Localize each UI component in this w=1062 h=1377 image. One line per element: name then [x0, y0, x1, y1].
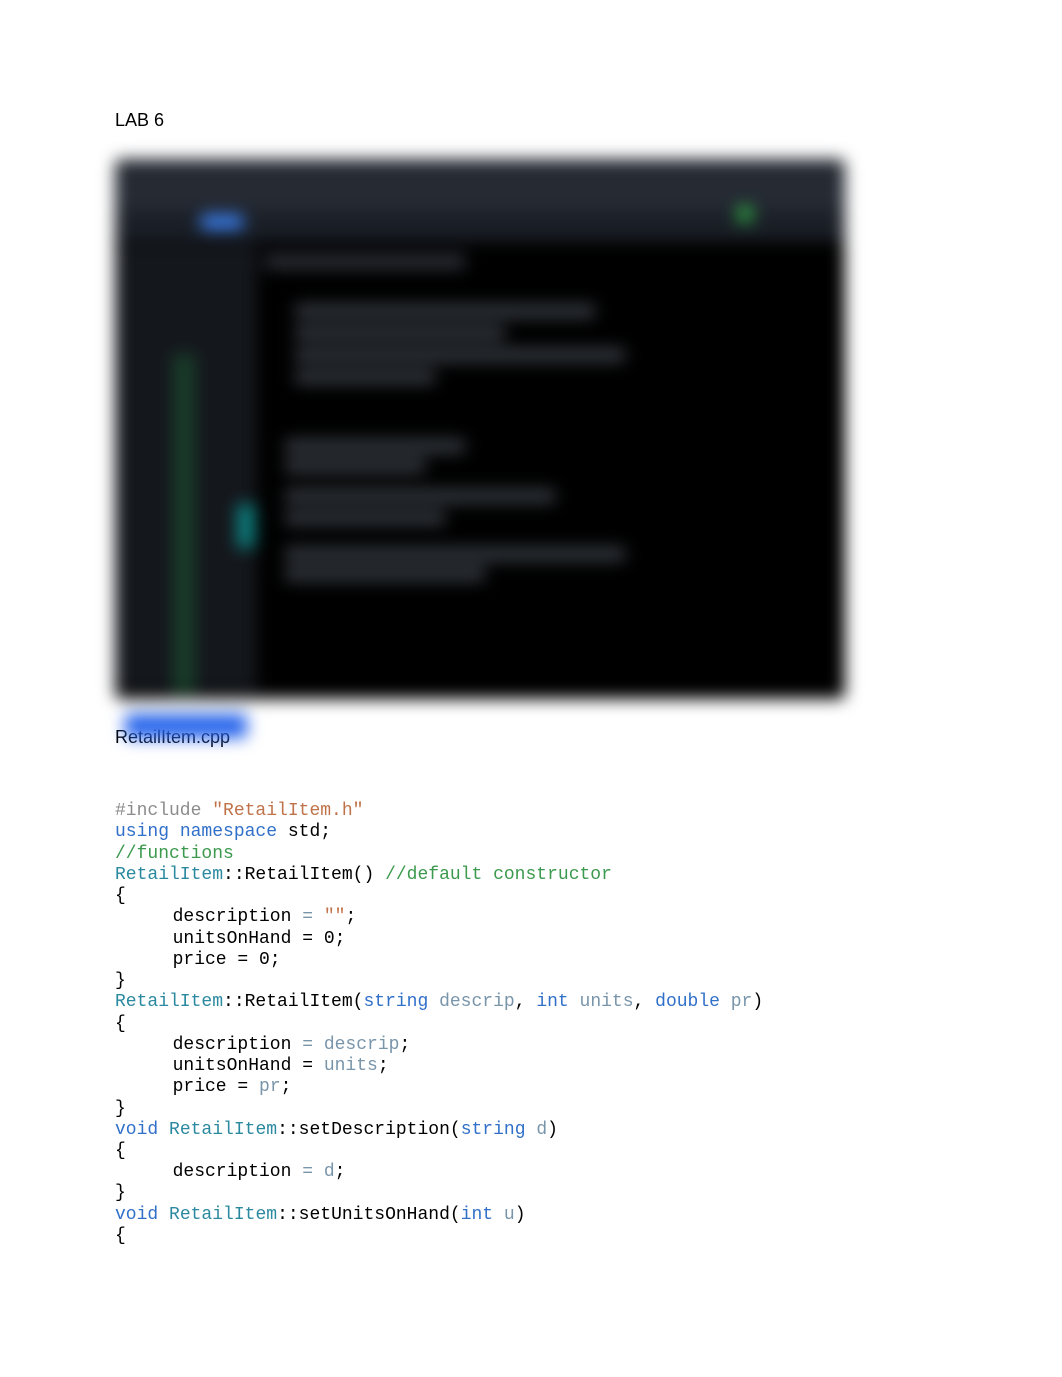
code-token [158, 1120, 169, 1140]
code-token: u [493, 1205, 515, 1225]
code-token: d [313, 1162, 335, 1182]
code-token: pr [259, 1077, 281, 1097]
code-token: "" [313, 907, 345, 927]
code-token [158, 1205, 169, 1225]
code-token: ) [547, 1120, 558, 1140]
code-token: { [115, 1226, 126, 1246]
code-block: #include "RetailItem.h" using namespace … [115, 780, 947, 1247]
code-token: ::setDescription( [277, 1120, 461, 1140]
code-token: descrip [313, 1035, 399, 1055]
code-token: description [173, 1162, 303, 1182]
code-token: RetailItem [169, 1205, 277, 1225]
code-token: int [536, 992, 568, 1012]
code-token: std; [277, 822, 331, 842]
code-token: description [173, 907, 303, 927]
code-token: void [115, 1205, 158, 1225]
code-token: price = [173, 1077, 259, 1097]
code-token: double [655, 992, 720, 1012]
code-token: string [461, 1120, 526, 1140]
code-token: = [302, 1162, 313, 1182]
code-token: ) [752, 992, 763, 1012]
code-token: unitsOnHand = [173, 1056, 324, 1076]
code-token: ) [515, 1205, 526, 1225]
code-token: RetailItem [169, 1120, 277, 1140]
code-token: ; [281, 1077, 292, 1097]
code-token: int [461, 1205, 493, 1225]
page-heading: LAB 6 [115, 110, 947, 131]
code-token: pr [720, 992, 752, 1012]
code-token: using [115, 822, 169, 842]
code-token: units [569, 992, 634, 1012]
code-token: //functions [115, 844, 234, 864]
code-token: namespace [169, 822, 277, 842]
code-token: units [324, 1056, 378, 1076]
code-token: string [363, 992, 428, 1012]
code-token: "RetailItem.h" [201, 801, 363, 821]
code-token: unitsOnHand = 0; [173, 929, 346, 949]
code-token: { [115, 1014, 126, 1034]
ide-screenshot-blurred [115, 159, 845, 699]
code-token: RetailItem [115, 865, 223, 885]
code-token: ; [378, 1056, 389, 1076]
code-token: { [115, 1141, 126, 1161]
code-token: { [115, 886, 126, 906]
code-token: } [115, 971, 126, 991]
code-token: RetailItem [115, 992, 223, 1012]
code-token: ; [399, 1035, 410, 1055]
code-token: ; [345, 907, 356, 927]
code-token: descrip [428, 992, 514, 1012]
code-token: d [526, 1120, 548, 1140]
code-token: //default constructor [385, 865, 612, 885]
code-token: price = 0; [173, 950, 281, 970]
code-token: , [634, 992, 656, 1012]
code-token: ::RetailItem() [223, 865, 385, 885]
code-token: } [115, 1099, 126, 1119]
code-token: ::setUnitsOnHand( [277, 1205, 461, 1225]
code-token: } [115, 1183, 126, 1203]
code-token: ::RetailItem( [223, 992, 363, 1012]
code-token: description [173, 1035, 303, 1055]
code-token: = [302, 907, 313, 927]
code-token: #include [115, 801, 201, 821]
code-token: , [515, 992, 537, 1012]
code-token: = [302, 1035, 313, 1055]
code-token: void [115, 1120, 158, 1140]
code-token: ; [335, 1162, 346, 1182]
